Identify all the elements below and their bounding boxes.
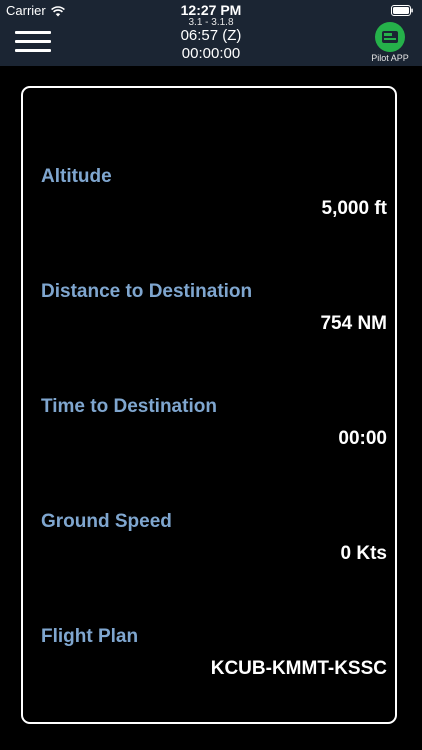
time-to-destination-value: 00:00: [338, 428, 387, 449]
pilot-app-button[interactable]: Pilot APP: [368, 22, 412, 64]
flight-info-panel: Altitude 5,000 ft Distance to Destinatio…: [21, 86, 397, 724]
flight-plan-value: KCUB-KMMT-KSSC: [210, 658, 387, 679]
pilot-app-label: Pilot APP: [371, 53, 409, 63]
ground-speed-row: Ground Speed 0 Kts: [23, 511, 395, 581]
distance-row: Distance to Destination 754 NM: [23, 281, 395, 351]
status-bar: Carrier 12:27 PM: [0, 0, 422, 20]
pilot-app-icon: [375, 22, 405, 52]
zulu-time: 06:57 (Z): [180, 27, 242, 44]
ground-speed-value: 0 Kts: [340, 543, 387, 564]
time-to-destination-row: Time to Destination 00:00: [23, 396, 395, 466]
elapsed-timer: 00:00:00: [181, 45, 241, 62]
altitude-row: Altitude 5,000 ft: [23, 166, 395, 236]
altitude-label: Altitude: [41, 166, 112, 187]
flight-plan-row: Flight Plan KCUB-KMMT-KSSC: [23, 626, 395, 696]
flight-plan-label: Flight Plan: [41, 626, 139, 647]
battery-icon: [391, 4, 413, 16]
distance-value: 754 NM: [320, 313, 387, 334]
altitude-value: 5,000 ft: [321, 198, 387, 219]
status-time: 12:27 PM: [180, 2, 242, 18]
distance-label: Distance to Destination: [41, 281, 253, 302]
time-to-destination-label: Time to Destination: [41, 396, 217, 417]
ground-speed-label: Ground Speed: [41, 511, 172, 532]
